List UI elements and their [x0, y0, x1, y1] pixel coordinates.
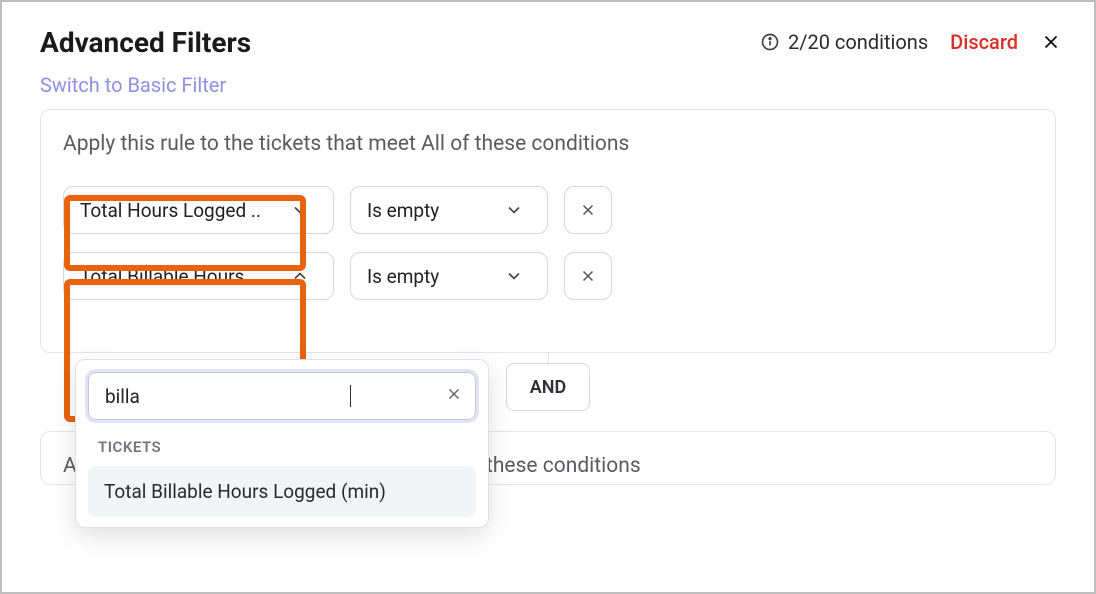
- operator-dropdown[interactable]: Is empty: [350, 252, 548, 300]
- dropdown-section-header: TICKETS: [84, 434, 480, 466]
- field-label: Total Billable Hours ..: [80, 265, 259, 288]
- condition-count-text: 2/20 conditions: [788, 30, 928, 54]
- operator-label: Is empty: [367, 199, 439, 222]
- condition-row: Total Billable Hours .. Is empty: [63, 252, 1033, 300]
- operator-label: Is empty: [367, 265, 439, 288]
- header-actions: 2/20 conditions Discard: [760, 30, 1062, 54]
- chevron-down-icon: [281, 200, 319, 220]
- field-dropdown[interactable]: Total Billable Hours ..: [63, 252, 334, 300]
- chevron-up-icon: [281, 266, 319, 286]
- field-label: Total Hours Logged ..: [80, 199, 261, 222]
- text-caret: [350, 385, 351, 407]
- condition-row: Total Hours Logged .. Is empty: [63, 186, 1033, 234]
- chevron-down-icon: [495, 200, 533, 220]
- field-dropdown[interactable]: Total Hours Logged ..: [63, 186, 334, 234]
- remove-condition-button[interactable]: [564, 252, 612, 300]
- clear-search-icon[interactable]: [445, 385, 463, 407]
- panel-header: Advanced Filters 2/20 conditions Discard: [2, 2, 1094, 67]
- info-icon: [760, 32, 780, 52]
- switch-to-basic-link[interactable]: Switch to Basic Filter: [40, 73, 226, 97]
- all-conditions-heading: Apply this rule to the tickets that meet…: [63, 132, 1033, 156]
- chevron-down-icon: [495, 266, 533, 286]
- dropdown-option[interactable]: Total Billable Hours Logged (min): [88, 466, 476, 517]
- field-dropdown-popover: TICKETS Total Billable Hours Logged (min…: [75, 359, 489, 528]
- panel-title: Advanced Filters: [40, 26, 251, 59]
- discard-button[interactable]: Discard: [950, 30, 1018, 54]
- advanced-filters-panel: Advanced Filters 2/20 conditions Discard…: [0, 0, 1096, 594]
- condition-counter: 2/20 conditions: [760, 30, 928, 54]
- operator-dropdown[interactable]: Is empty: [350, 186, 548, 234]
- all-conditions-card: Apply this rule to the tickets that meet…: [40, 109, 1056, 353]
- close-button[interactable]: [1040, 31, 1062, 53]
- dropdown-search-input[interactable]: [103, 384, 352, 409]
- connector-button[interactable]: AND: [506, 363, 590, 411]
- dropdown-search[interactable]: [88, 372, 476, 420]
- remove-condition-button[interactable]: [564, 186, 612, 234]
